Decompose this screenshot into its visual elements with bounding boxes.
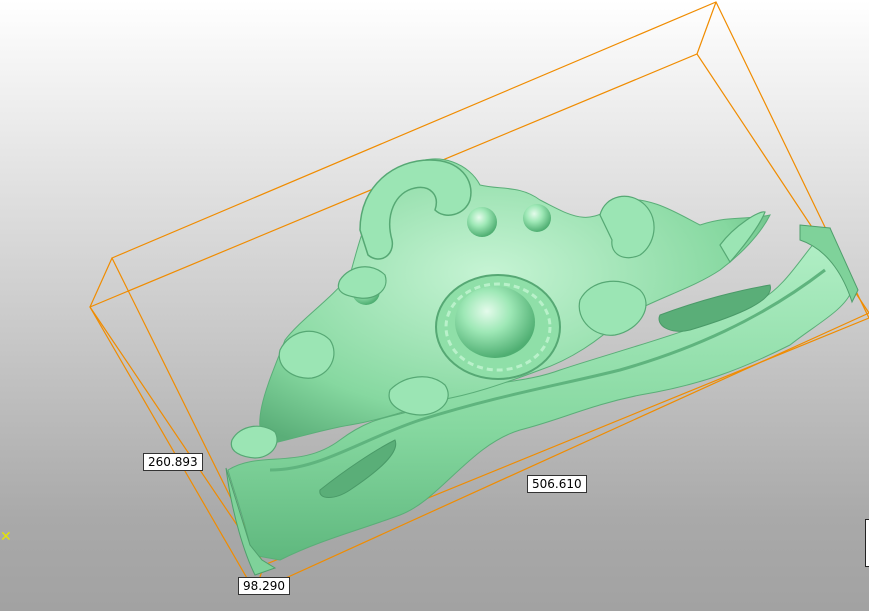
model-ball-ornament <box>523 204 551 232</box>
dimension-label-height: 260.893 <box>143 453 203 471</box>
bbox-edge <box>696 1 717 55</box>
carved-ornament-model[interactable] <box>225 158 859 576</box>
model-medallion-dome <box>455 286 535 358</box>
model-left-leaf <box>337 266 387 299</box>
model-ball-ornament <box>467 207 497 237</box>
model-left-leaf <box>230 425 278 459</box>
dimension-label-length: 506.610 <box>527 475 587 493</box>
3d-scene[interactable] <box>0 0 869 611</box>
side-panel-edge[interactable] <box>865 519 869 567</box>
model-right-leaf <box>578 280 647 336</box>
axis-cross-icon[interactable]: ✕ <box>0 529 14 545</box>
3d-viewport[interactable]: 260.893 506.610 98.290 ✕ <box>0 0 869 611</box>
dimension-label-depth: 98.290 <box>238 577 290 595</box>
